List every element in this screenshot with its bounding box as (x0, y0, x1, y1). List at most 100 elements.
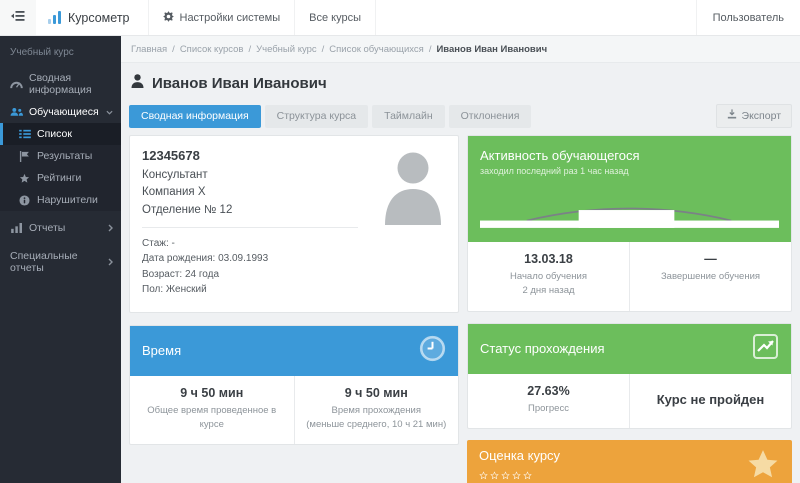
page-title-text: Иванов Иван Иванович (152, 74, 327, 92)
time-passing-note: (меньше среднего, 10 ч 21 мин) (306, 419, 447, 430)
tabs-bar: Сводная информация Структура курса Таймл… (121, 101, 800, 128)
time-total-label: Общее время проведенное в курсе (147, 404, 277, 430)
time-card: Время 9 ч 50 мин Общее время проведенное… (129, 324, 459, 446)
trending-up-icon (752, 333, 779, 365)
tab-course-structure[interactable]: Структура курса (264, 104, 369, 128)
status-progress-label: Прогресс (528, 402, 569, 414)
sidebar-item-ratings[interactable]: Рейтинги (0, 167, 121, 189)
tab-summary[interactable]: Сводная информация (129, 104, 261, 128)
sidebar-item-violators[interactable]: Нарушители (0, 189, 121, 211)
sidebar-item-summary[interactable]: Сводная информация (0, 67, 121, 101)
right-column: Активность обучающегося заходил последни… (467, 135, 792, 483)
sidebar-item-label: Сводная информация (29, 72, 92, 96)
export-button[interactable]: Экспорт (715, 104, 792, 128)
status-card-title: Статус прохождения (480, 341, 605, 356)
status-card-header: Статус прохождения (468, 323, 791, 374)
star-icon (18, 173, 31, 184)
app-window: Курсометр Настройки системы Все курсы По… (0, 0, 800, 483)
page-title: Иванов Иван Иванович (121, 63, 800, 101)
time-total: 9 ч 50 мин Общее время проведенное в кур… (130, 376, 294, 445)
time-passing: 9 ч 50 мин Время прохождения (меньше сре… (293, 375, 459, 445)
nav-all-courses[interactable]: Все курсы (295, 0, 376, 35)
info-circle-icon (18, 194, 31, 206)
sidebar-item-special-reports[interactable]: Специальные отчеты (0, 245, 121, 279)
time-card-title: Время (142, 343, 182, 359)
profile-card: 12345678 Консультант Компания X Отделени… (129, 135, 459, 313)
breadcrumb-separator: / (248, 44, 252, 55)
user-menu[interactable]: Пользователь (695, 0, 800, 35)
sidebar-item-label: Специальные отчеты (10, 250, 78, 274)
sidebar-item-label: Список (37, 128, 72, 140)
flag-icon (18, 150, 31, 162)
breadcrumb-course-list[interactable]: Список курсов (180, 44, 244, 55)
tab-timeline[interactable]: Таймлайн (372, 104, 445, 128)
star-outline-icon (501, 467, 510, 483)
hamburger-icon (11, 9, 25, 27)
time-passing-value: 9 ч 50 мин (344, 385, 408, 400)
user-menu-label: Пользователь (712, 11, 784, 24)
activity-end-value: — (704, 252, 717, 266)
rating-title: Оценка курсу (479, 447, 561, 463)
profile-age: Возраст: 24 года (142, 268, 220, 280)
sidebar-item-students[interactable]: Обучающиеся (0, 101, 121, 123)
tab-deviations[interactable]: Отклонения (448, 104, 532, 128)
download-icon (727, 109, 737, 122)
status-card-body: 27.63% Прогресс Курс не пройден (468, 373, 791, 428)
brand-logo[interactable]: Курсометр (36, 0, 149, 35)
sidebar-item-label: Результаты (37, 150, 93, 162)
clock-icon (419, 335, 446, 367)
breadcrumb-student-list[interactable]: Список обучающихся (329, 44, 424, 55)
chevron-right-icon (108, 258, 113, 266)
avatar-placeholder-icon (382, 151, 444, 230)
profile-divider (142, 226, 358, 228)
export-button-label: Экспорт (741, 109, 781, 122)
big-star-icon (746, 448, 780, 483)
activity-card-body: 13.03.18 Начало обучения 2 дня назад — З… (468, 242, 791, 311)
activity-start-value: 13.03.18 (524, 252, 573, 266)
star-outline-icon (490, 467, 499, 483)
activity-start-note: 2 дня назад (522, 285, 575, 297)
left-column: 12345678 Консультант Компания X Отделени… (129, 135, 459, 483)
users-icon (10, 107, 23, 117)
sidebar-item-list[interactable]: Список (0, 123, 121, 145)
breadcrumb-home[interactable]: Главная (131, 44, 167, 55)
sidebar-item-label: Нарушители (37, 194, 98, 206)
sidebar-section-header: Учебный курс (10, 47, 74, 58)
rating-card: Оценка курсу (467, 439, 792, 483)
status-progress: 27.63% Прогресс (468, 374, 629, 428)
activity-end: — Завершение обучения (629, 242, 791, 311)
nav-system-settings[interactable]: Настройки системы (149, 0, 296, 35)
gear-icon (162, 10, 174, 25)
activity-end-label: Завершение обучения (660, 271, 761, 282)
bar-chart-icon (10, 223, 23, 233)
breadcrumb-separator: / (321, 44, 325, 55)
star-outline-icon (523, 467, 532, 483)
sidebar-item-label: Отчеты (29, 222, 66, 234)
sidebar: Учебный курс Сводная информация Обучающи… (0, 36, 121, 483)
profile-birthdate: Дата рождения: 03.09.1993 (142, 253, 269, 265)
activity-title: Активность обучающегося (480, 148, 640, 163)
status-result: Курс не пройден (629, 373, 791, 428)
sidebar-item-reports[interactable]: Отчеты (0, 217, 121, 239)
sidebar-toggle-button[interactable] (0, 0, 36, 35)
star-outline-icon (512, 467, 521, 483)
status-result-text: Курс не пройден (656, 392, 765, 408)
breadcrumb-course[interactable]: Учебный курс (256, 44, 317, 55)
list-icon (18, 129, 31, 139)
nav-all-courses-label: Все курсы (309, 11, 361, 24)
activity-start-label: Начало обучения (510, 271, 587, 282)
time-card-body: 9 ч 50 мин Общее время проведенное в кур… (130, 375, 459, 445)
tachometer-icon (10, 79, 23, 89)
person-icon (131, 74, 144, 92)
sidebar-item-label: Обучающиеся (29, 106, 99, 118)
cards-grid: 12345678 Консультант Компания X Отделени… (121, 128, 800, 483)
breadcrumb: Главная / Список курсов / Учебный курс /… (121, 36, 800, 63)
chevron-down-icon (106, 110, 113, 115)
activity-chart (480, 207, 779, 228)
breadcrumb-separator: / (428, 44, 432, 55)
profile-experience: Стаж: - (142, 237, 175, 249)
time-passing-label: Время прохождения (331, 404, 422, 416)
sidebar-item-results[interactable]: Результаты (0, 145, 121, 167)
logo-bars-icon (48, 11, 61, 24)
sidebar-item-label: Рейтинги (37, 172, 82, 184)
